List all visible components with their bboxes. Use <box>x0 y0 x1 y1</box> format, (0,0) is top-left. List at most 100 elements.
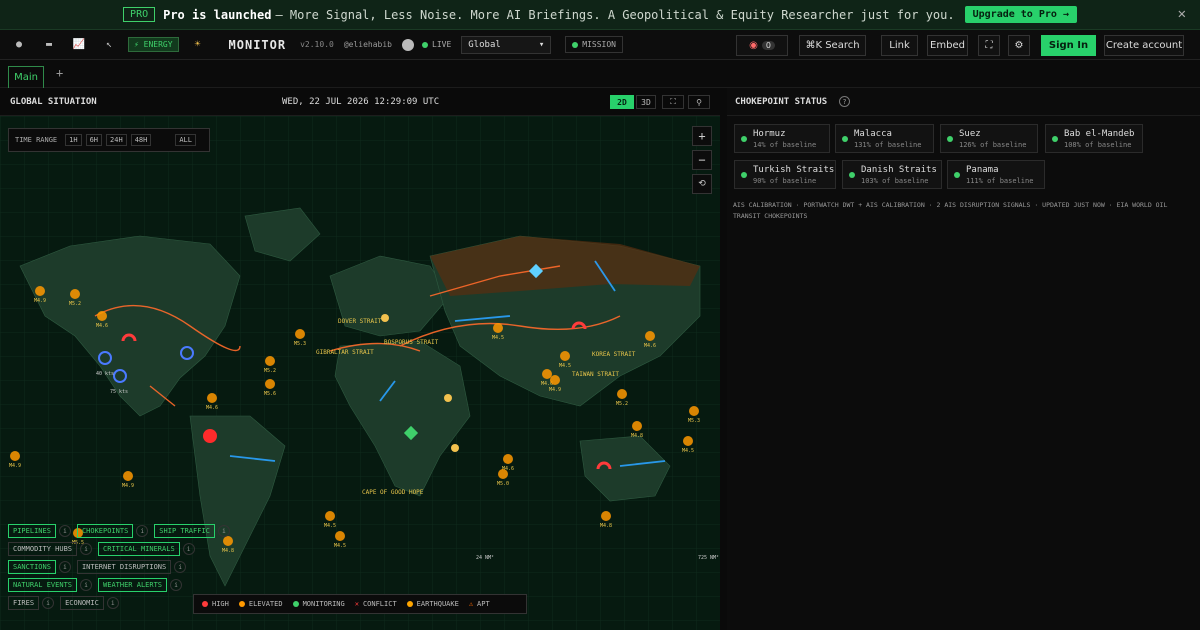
earthquake-marker[interactable] <box>265 379 275 389</box>
earthquake-marker[interactable] <box>207 393 217 403</box>
sign-in-button[interactable]: Sign In <box>1041 35 1096 56</box>
chokepoint-card-bab-el-mandeb[interactable]: Bab el-Mandeb 108% of baseline <box>1045 124 1143 153</box>
link-button[interactable]: Link <box>881 35 918 56</box>
earthquake-marker[interactable] <box>325 511 335 521</box>
add-tab-button[interactable]: + <box>56 66 63 80</box>
time-range-6h[interactable]: 6H <box>85 134 103 146</box>
chokepoint-name: Turkish Straits <box>753 165 835 175</box>
alerts-counter-button[interactable]: ◉ 0 <box>736 35 788 56</box>
region-select[interactable]: Global ▾ <box>461 35 552 54</box>
globe-icon[interactable]: ● <box>8 36 30 54</box>
info-icon[interactable]: i <box>58 525 71 537</box>
settings-gear-icon[interactable]: ⚙ <box>1008 35 1030 56</box>
chokepoint-label[interactable]: KOREA STRAIT <box>592 351 636 358</box>
chokepoint-name: Malacca <box>854 129 892 139</box>
earthquake-marker[interactable] <box>97 311 107 321</box>
energy-variant-button[interactable]: ⚡ ENERGY <box>128 37 179 52</box>
chokepoint-label[interactable]: GIBRALTAR STRAIT <box>316 349 374 356</box>
reset-view-button[interactable]: ⟲ <box>692 174 712 194</box>
layer-weather-alerts[interactable]: WEATHER ALERTS <box>98 578 168 592</box>
cursor-icon[interactable]: ↖ <box>98 36 120 54</box>
expand-icon[interactable]: ⛶ <box>662 95 684 109</box>
layer-commodity-hubs[interactable]: COMMODITY HUBS <box>8 542 78 556</box>
github-icon[interactable] <box>402 38 414 51</box>
zoom-out-button[interactable]: − <box>692 150 712 170</box>
chokepoint-label[interactable]: BOSPORUS STRAIT <box>384 339 439 346</box>
sun-weather-icon[interactable] <box>451 444 459 452</box>
earthquake-marker[interactable] <box>550 375 560 385</box>
time-range-48h[interactable]: 48H <box>130 134 152 146</box>
info-icon[interactable]: i <box>80 543 93 555</box>
layer-pipelines[interactable]: PIPELINES <box>8 524 56 538</box>
earthquake-marker[interactable] <box>70 289 80 299</box>
earthquake-marker[interactable] <box>498 469 508 479</box>
earthquake-marker[interactable] <box>265 356 275 366</box>
time-range-24h[interactable]: 24H <box>106 134 127 146</box>
layer-critical-minerals[interactable]: CRITICAL MINERALS <box>98 542 180 556</box>
close-icon[interactable]: ✕ <box>1178 6 1186 22</box>
chokepoint-card-suez[interactable]: Suez 126% of baseline <box>940 124 1038 153</box>
info-icon[interactable]: i <box>170 579 183 591</box>
upgrade-button[interactable]: Upgrade to Pro → <box>964 6 1077 23</box>
info-icon[interactable]: i <box>182 543 195 555</box>
info-icon[interactable]: i <box>80 579 93 591</box>
author-handle[interactable]: @eliehabib <box>344 40 392 49</box>
chokepoint-label[interactable]: CAPE OF GOOD HOPE <box>362 489 424 496</box>
earthquake-marker[interactable] <box>689 406 699 416</box>
layer-economic[interactable]: ECONOMIC <box>60 596 104 610</box>
info-icon[interactable]: i <box>136 525 149 537</box>
layer-fires[interactable]: FIRES <box>8 596 40 610</box>
earthquake-marker[interactable] <box>601 511 611 521</box>
help-icon[interactable]: ? <box>839 96 850 107</box>
chokepoint-label[interactable]: DOVER STRAIT <box>338 318 382 325</box>
sun-icon[interactable]: ☀ <box>187 36 209 54</box>
earthquake-marker[interactable] <box>632 421 642 431</box>
layer-chokepoints[interactable]: CHOKEPOINTS <box>76 524 134 538</box>
zoom-in-button[interactable]: + <box>692 126 712 146</box>
sun-weather-icon[interactable] <box>444 394 452 402</box>
embed-button[interactable]: Embed <box>927 35 968 56</box>
sun-weather-icon[interactable] <box>381 314 389 322</box>
chokepoint-card-turkish-straits[interactable]: Turkish Straits 90% of baseline <box>734 160 836 189</box>
fullscreen-icon[interactable]: ⛶ <box>978 35 1000 56</box>
info-icon[interactable]: i <box>217 525 230 537</box>
chokepoint-card-hormuz[interactable]: Hormuz 14% of baseline <box>734 124 830 153</box>
chokepoint-label[interactable]: TAIWAN STRAIT <box>572 371 619 378</box>
chart-icon[interactable]: 📈 <box>68 36 90 54</box>
info-icon[interactable]: i <box>106 597 119 609</box>
earthquake-marker[interactable] <box>617 389 627 399</box>
layer-natural-events[interactable]: NATURAL EVENTS <box>8 578 78 592</box>
layer-internet-disruptions[interactable]: INTERNET DISRUPTIONS <box>76 560 172 574</box>
layer-sanctions[interactable]: SANCTIONS <box>8 560 56 574</box>
high-alert-marker[interactable] <box>203 429 217 443</box>
info-icon[interactable]: i <box>58 561 71 573</box>
create-account-button[interactable]: Create account <box>1104 35 1184 56</box>
earthquake-marker[interactable] <box>35 286 45 296</box>
earthquake-marker[interactable] <box>493 323 503 333</box>
mission-button[interactable]: MISSION <box>565 36 623 53</box>
earthquake-marker[interactable] <box>645 331 655 341</box>
chokepoint-card-panama[interactable]: Panama 111% of baseline <box>947 160 1045 189</box>
earthquake-marker[interactable] <box>683 436 693 446</box>
monitor-icon[interactable]: ▬ <box>38 36 60 54</box>
earthquake-marker[interactable] <box>10 451 20 461</box>
chokepoint-card-malacca[interactable]: Malacca 131% of baseline <box>835 124 934 153</box>
chokepoint-card-danish-straits[interactable]: Danish Straits 103% of baseline <box>842 160 942 189</box>
view-3d-button[interactable]: 3D <box>636 95 656 109</box>
pin-icon[interactable]: ⚲ <box>688 95 710 109</box>
info-icon[interactable]: i <box>174 561 187 573</box>
earthquake-marker[interactable] <box>123 471 133 481</box>
time-range-all[interactable]: ALL <box>175 134 196 146</box>
earthquake-marker[interactable] <box>295 329 305 339</box>
time-range-1h[interactable]: 1H <box>65 134 82 146</box>
earthquake-marker[interactable] <box>335 531 345 541</box>
panel-resize-handle[interactable] <box>720 88 727 630</box>
earthquake-marker[interactable] <box>503 454 513 464</box>
layer-ship-traffic[interactable]: SHIP TRAFFIC <box>154 524 215 538</box>
earthquake-marker[interactable] <box>560 351 570 361</box>
info-icon[interactable]: i <box>42 597 55 609</box>
earthquake-marker[interactable] <box>542 369 552 379</box>
view-2d-button[interactable]: 2D <box>610 95 634 109</box>
tab-main[interactable]: Main <box>8 66 44 88</box>
search-button[interactable]: ⌘K Search <box>799 35 866 56</box>
